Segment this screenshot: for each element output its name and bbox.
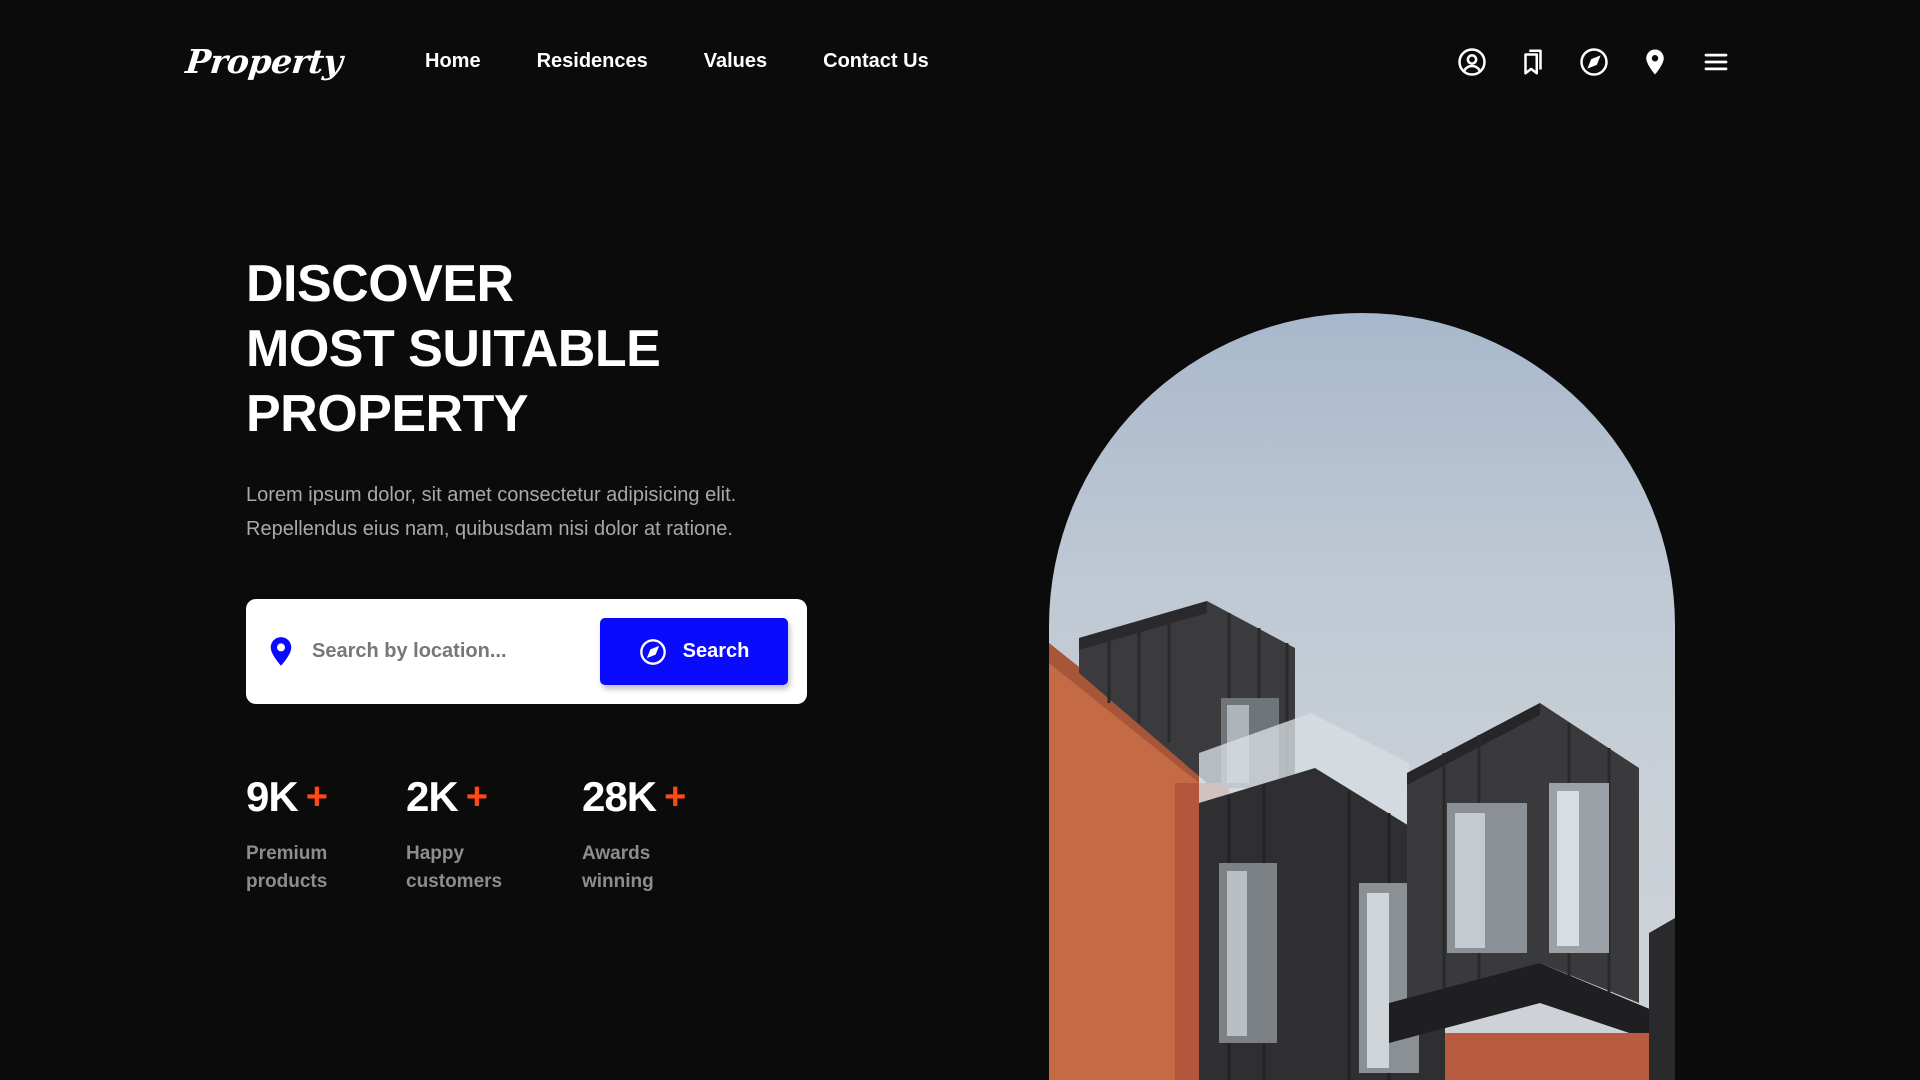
plus-icon: +	[465, 775, 488, 818]
hero-title-line: DISCOVER	[246, 255, 514, 313]
hero-title: DISCOVER MOST SUITABLE PROPERTY	[246, 252, 661, 447]
stat-value: 9K	[246, 773, 299, 820]
stats: 9K + Premium products 2K + Happy custome…	[246, 772, 742, 896]
stat-awards-winning: 28K + Awards winning	[582, 772, 742, 896]
nav-link-residences[interactable]: Residences	[537, 50, 648, 73]
nav-link-home[interactable]: Home	[425, 50, 481, 73]
hero-building-image	[1049, 313, 1675, 1080]
stat-label-line: winning	[582, 871, 654, 892]
nav-link-contact-us[interactable]: Contact Us	[823, 50, 929, 73]
plus-icon: +	[305, 775, 328, 818]
brand-logo[interactable]: Property	[184, 42, 344, 81]
stat-label-line: Awards	[582, 843, 651, 864]
hero-description-line: Lorem ipsum dolor, sit amet consectetur …	[246, 484, 737, 506]
nav-links: Home Residences Values Contact Us	[425, 50, 929, 73]
stat-label: Awards winning	[582, 840, 742, 896]
map-pin-icon[interactable]	[1638, 45, 1672, 79]
navbar: Property Home Residences Values Contact …	[0, 0, 1920, 125]
hero-title-line: PROPERTY	[246, 385, 529, 443]
stat-value-row: 9K +	[246, 772, 406, 822]
plus-icon: +	[664, 775, 686, 818]
stat-label-line: products	[246, 871, 328, 892]
compass-icon	[639, 638, 666, 665]
nav-icons	[1455, 45, 1733, 79]
stat-label: Happy customers	[406, 840, 582, 896]
stat-label-line: customers	[406, 871, 503, 892]
search-button[interactable]: Search	[600, 618, 788, 685]
nav-link-values[interactable]: Values	[704, 50, 767, 73]
bookmark-icon[interactable]	[1516, 45, 1550, 79]
compass-icon[interactable]	[1577, 45, 1611, 79]
search-input[interactable]	[312, 629, 582, 673]
stat-value: 28K	[582, 773, 657, 820]
search-button-label: Search	[682, 640, 750, 662]
map-pin-icon	[270, 637, 292, 666]
stat-premium-products: 9K + Premium products	[246, 772, 406, 896]
stat-value-row: 28K +	[582, 772, 742, 822]
hero-description: Lorem ipsum dolor, sit amet consectetur …	[246, 478, 806, 546]
stat-label-line: Premium	[246, 843, 328, 864]
stat-value: 2K	[406, 773, 459, 820]
stat-label: Premium products	[246, 840, 406, 896]
stat-value-row: 2K +	[406, 772, 582, 822]
stat-happy-customers: 2K + Happy customers	[406, 772, 582, 896]
hero-title-line: MOST SUITABLE	[246, 320, 661, 378]
menu-icon[interactable]	[1699, 45, 1733, 79]
search-box: Search	[246, 599, 807, 704]
stat-label-line: Happy	[406, 843, 465, 864]
hero-description-line: Repellendus eius nam, quibusdam nisi dol…	[246, 518, 733, 540]
user-circle-icon[interactable]	[1455, 45, 1489, 79]
